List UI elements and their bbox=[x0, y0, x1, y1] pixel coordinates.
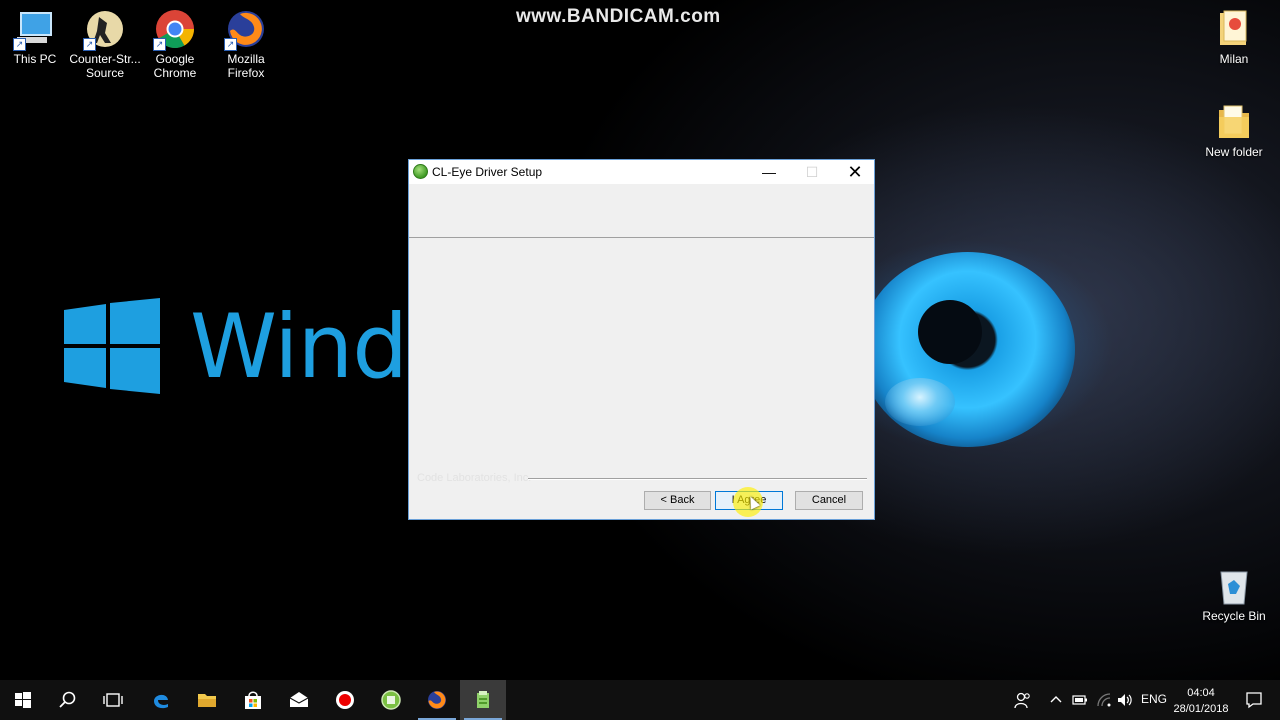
bandicam-watermark: www.BANDICAM.com bbox=[516, 6, 721, 27]
bandicam-record-icon bbox=[336, 691, 354, 709]
folder-icon bbox=[1214, 102, 1254, 142]
branding-text: Code Laboratories, Inc. bbox=[417, 472, 532, 484]
dialog-content-area bbox=[409, 238, 874, 470]
taskbar-edge[interactable] bbox=[138, 680, 184, 720]
store-icon bbox=[245, 691, 261, 709]
edge-icon bbox=[154, 694, 168, 709]
desktop-icon-chrome[interactable]: ↗ Google Chrome bbox=[139, 9, 211, 80]
counter-strike-icon: ↗ bbox=[83, 9, 125, 51]
clock[interactable]: 04:04 28/01/2018 bbox=[1168, 685, 1234, 717]
taskbar: ENG 04:04 28/01/2018 bbox=[0, 680, 1280, 720]
desktop-icon-counter-strike[interactable]: ↗ Counter-Str... Source bbox=[69, 9, 141, 80]
user-folder-icon bbox=[1214, 9, 1254, 49]
volume-icon[interactable] bbox=[1116, 692, 1134, 708]
battery-icon[interactable] bbox=[1072, 693, 1088, 707]
network-icon[interactable] bbox=[1096, 692, 1112, 708]
desktop-icon-label: This PC bbox=[13, 52, 57, 66]
desktop-icon-this-pc[interactable]: ↗ This PC bbox=[0, 9, 71, 66]
minimize-button[interactable]: — bbox=[747, 160, 791, 184]
chevron-up-icon[interactable] bbox=[1050, 694, 1062, 706]
taskbar-file-explorer[interactable] bbox=[184, 680, 230, 720]
desktop-icon-firefox[interactable]: ↗ Mozilla Firefox bbox=[210, 9, 282, 80]
setup-app-icon bbox=[413, 164, 428, 179]
back-button[interactable]: < Back bbox=[644, 491, 711, 510]
taskbar-store[interactable] bbox=[230, 680, 276, 720]
desktop-icon-label: Recycle Bin bbox=[1202, 609, 1266, 623]
desktop-icon-label: Milan bbox=[1219, 52, 1249, 66]
mail-icon bbox=[289, 692, 309, 707]
notification-icon[interactable] bbox=[1245, 691, 1263, 709]
firefox-icon bbox=[428, 691, 446, 709]
clock-date: 28/01/2018 bbox=[1173, 703, 1229, 715]
computer-icon: ↗ bbox=[13, 9, 55, 51]
dialog-header-area bbox=[409, 184, 874, 238]
desktop-icon-new-folder[interactable]: New folder bbox=[1198, 102, 1270, 159]
taskbar-bandicam[interactable] bbox=[322, 680, 368, 720]
desktop-icon-label: New folder bbox=[1205, 145, 1263, 159]
eye-glint bbox=[885, 378, 955, 426]
maximize-button[interactable]: ☐ bbox=[790, 160, 834, 184]
task-view-icon bbox=[103, 693, 123, 707]
taskbar-installer[interactable] bbox=[460, 680, 506, 720]
start-icon bbox=[15, 692, 31, 708]
desktop-icon-label: Mozilla Firefox bbox=[227, 52, 265, 80]
language-indicator[interactable]: ENG bbox=[1141, 692, 1167, 706]
installer-icon bbox=[477, 691, 489, 708]
dialog-title: CL-Eye Driver Setup bbox=[432, 165, 543, 179]
start-button[interactable] bbox=[0, 680, 46, 720]
taskbar-app-green[interactable] bbox=[368, 680, 414, 720]
chrome-icon: ↗ bbox=[153, 9, 195, 51]
search-icon bbox=[59, 691, 76, 708]
search-button[interactable] bbox=[45, 680, 91, 720]
desktop-icon-recycle-bin[interactable]: Recycle Bin bbox=[1198, 566, 1270, 623]
clock-time: 04:04 bbox=[1187, 687, 1215, 699]
windows-logo-icon bbox=[64, 298, 160, 394]
people-icon[interactable] bbox=[1014, 691, 1032, 709]
cancel-button[interactable]: Cancel bbox=[795, 491, 863, 510]
file-explorer-icon bbox=[198, 694, 216, 707]
eye-pupil bbox=[918, 300, 982, 364]
taskbar-mail[interactable] bbox=[276, 680, 322, 720]
desktop-icon-label: Google Chrome bbox=[153, 52, 197, 80]
desktop-icon-label: Counter-Str... Source bbox=[69, 52, 141, 80]
branding-divider bbox=[528, 478, 867, 480]
dialog-titlebar[interactable]: CL-Eye Driver Setup — ☐ ✕ bbox=[409, 160, 874, 184]
desktop: www.BANDICAM.com Windo ↗ This PC ↗ Count… bbox=[0, 0, 1280, 680]
close-button[interactable]: ✕ bbox=[833, 160, 877, 184]
firefox-icon: ↗ bbox=[224, 9, 266, 51]
recycle-bin-icon bbox=[1214, 566, 1254, 606]
app-green-icon bbox=[381, 690, 401, 710]
setup-dialog: CL-Eye Driver Setup — ☐ ✕ Code Laborator… bbox=[408, 159, 875, 520]
desktop-icon-milan[interactable]: Milan bbox=[1198, 9, 1270, 66]
taskbar-firefox[interactable] bbox=[414, 680, 460, 720]
task-view-button[interactable] bbox=[90, 680, 136, 720]
